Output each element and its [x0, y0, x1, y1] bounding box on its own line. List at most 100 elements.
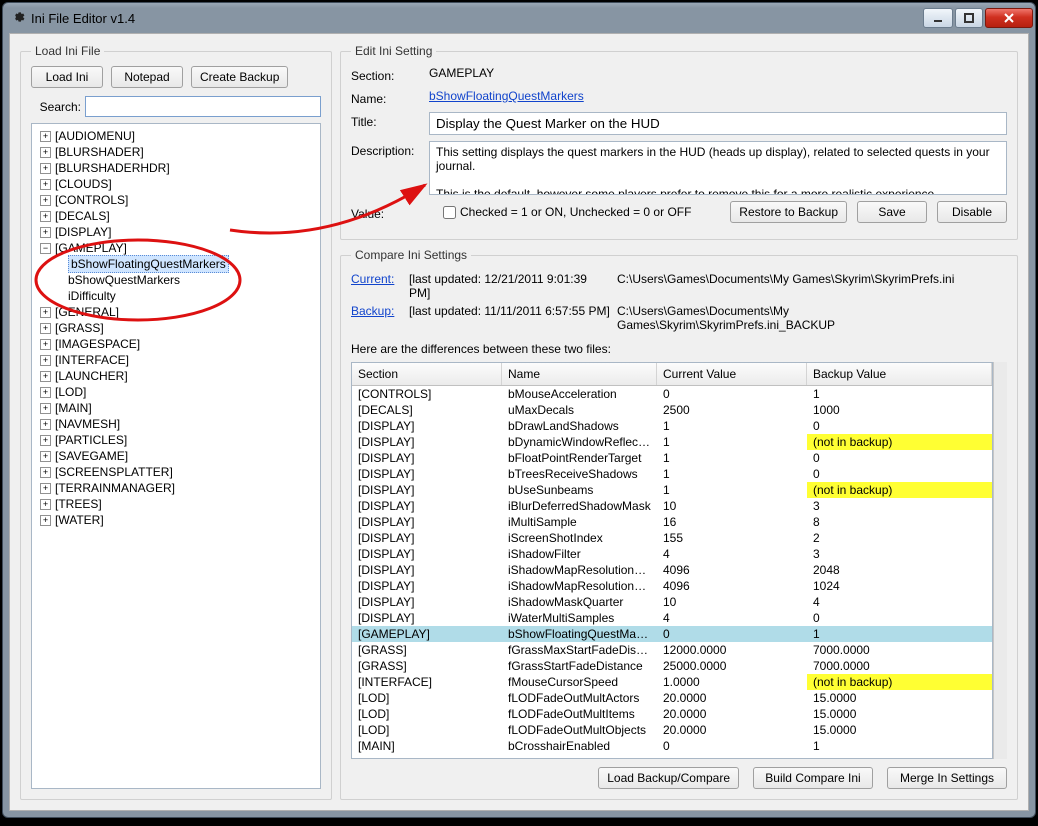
diff-grid[interactable]: Section Name Current Value Backup Value … [351, 362, 993, 759]
notepad-button[interactable]: Notepad [111, 66, 183, 88]
table-row[interactable]: [LOD]fLODFadeOutMultActors20.000015.0000 [352, 690, 992, 706]
table-row[interactable]: [LOD]fLODFadeOutMultObjects20.000015.000… [352, 722, 992, 738]
expand-icon[interactable]: + [40, 131, 51, 142]
expand-icon[interactable]: + [40, 147, 51, 158]
expand-icon[interactable]: + [40, 195, 51, 206]
collapse-icon[interactable]: − [40, 243, 51, 254]
tree-section[interactable]: +[CONTROLS] [34, 192, 318, 208]
tree-section[interactable]: +[CLOUDS] [34, 176, 318, 192]
minimize-button[interactable] [923, 8, 953, 28]
tree-setting[interactable]: iDifficulty [34, 288, 318, 304]
tree-section[interactable]: +[AUDIOMENU] [34, 128, 318, 144]
tree-section[interactable]: +[TERRAINMANAGER] [34, 480, 318, 496]
restore-to-backup-button[interactable]: Restore to Backup [730, 201, 847, 223]
table-row[interactable]: [DISPLAY]bTreesReceiveShadows10 [352, 466, 992, 482]
expand-icon[interactable]: + [40, 419, 51, 430]
table-row[interactable]: [DISPLAY]iWaterMultiSamples40 [352, 610, 992, 626]
table-cell: 0 [807, 466, 992, 482]
table-row[interactable]: [DISPLAY]bUseSunbeams1(not in backup) [352, 482, 992, 498]
tree-section[interactable]: +[LAUNCHER] [34, 368, 318, 384]
titlebar[interactable]: Ini File Editor v1.4 [3, 3, 1035, 33]
table-row[interactable]: [INTERFACE]fMouseCursorSpeed1.0000(not i… [352, 674, 992, 690]
title-input[interactable] [429, 112, 1007, 135]
expand-icon[interactable]: + [40, 323, 51, 334]
expand-icon[interactable]: + [40, 307, 51, 318]
tree-section[interactable]: +[INTERFACE] [34, 352, 318, 368]
col-section[interactable]: Section [352, 363, 502, 385]
expand-icon[interactable]: + [40, 451, 51, 462]
expand-icon[interactable]: + [40, 163, 51, 174]
tree-setting[interactable]: bShowQuestMarkers [34, 272, 318, 288]
table-row[interactable]: [GAMEPLAY]bShowFloatingQuestMarkers01 [352, 626, 992, 642]
expand-icon[interactable]: + [40, 403, 51, 414]
table-row[interactable]: [DISPLAY]bDynamicWindowReflections1(not … [352, 434, 992, 450]
table-row[interactable]: [DISPLAY]iShadowFilter43 [352, 546, 992, 562]
tree-setting[interactable]: bShowFloatingQuestMarkers [34, 256, 318, 272]
expand-icon[interactable]: + [40, 371, 51, 382]
value-checkbox[interactable] [443, 206, 456, 219]
table-row[interactable]: [DISPLAY]iShadowMapResolutionPrim…409620… [352, 562, 992, 578]
table-row[interactable]: [CONTROLS]bMouseAcceleration01 [352, 386, 992, 402]
description-textarea[interactable]: This setting displays the quest markers … [429, 141, 1007, 195]
save-button[interactable]: Save [857, 201, 927, 223]
backup-link[interactable]: Backup: [351, 304, 403, 332]
tree-section[interactable]: +[GENERAL] [34, 304, 318, 320]
tree-section[interactable]: +[SAVEGAME] [34, 448, 318, 464]
expand-icon[interactable]: + [40, 467, 51, 478]
col-name[interactable]: Name [502, 363, 657, 385]
table-row[interactable]: [DISPLAY]iShadowMapResolutionSec…4096102… [352, 578, 992, 594]
expand-icon[interactable]: + [40, 435, 51, 446]
table-cell: 155 [657, 530, 807, 546]
maximize-button[interactable] [955, 8, 983, 28]
table-row[interactable]: [DECALS]uMaxDecals25001000 [352, 402, 992, 418]
tree-section[interactable]: +[GRASS] [34, 320, 318, 336]
close-button[interactable] [985, 8, 1033, 28]
tree-section[interactable]: +[IMAGESPACE] [34, 336, 318, 352]
table-row[interactable]: [DISPLAY]iMultiSample168 [352, 514, 992, 530]
table-row[interactable]: [DISPLAY]bFloatPointRenderTarget10 [352, 450, 992, 466]
expand-icon[interactable]: + [40, 339, 51, 350]
table-row[interactable]: [DISPLAY]bDrawLandShadows10 [352, 418, 992, 434]
tree-section[interactable]: +[WATER] [34, 512, 318, 528]
tree-section[interactable]: +[SCREENSPLATTER] [34, 464, 318, 480]
tree-section[interactable]: +[PARTICLES] [34, 432, 318, 448]
tree-section[interactable]: +[BLURSHADER] [34, 144, 318, 160]
ini-tree[interactable]: +[AUDIOMENU]+[BLURSHADER]+[BLURSHADERHDR… [31, 123, 321, 789]
current-link[interactable]: Current: [351, 272, 403, 300]
table-row[interactable]: [DISPLAY]iScreenShotIndex1552 [352, 530, 992, 546]
table-row[interactable]: [LOD]fLODFadeOutMultItems20.000015.0000 [352, 706, 992, 722]
tree-section[interactable]: +[MAIN] [34, 400, 318, 416]
disable-button[interactable]: Disable [937, 201, 1007, 223]
table-row[interactable]: [GRASS]fGrassMaxStartFadeDistance12000.0… [352, 642, 992, 658]
table-row[interactable]: [DISPLAY]iShadowMaskQuarter104 [352, 594, 992, 610]
grid-scrollbar[interactable] [993, 362, 1007, 759]
expand-icon[interactable]: + [40, 387, 51, 398]
table-row[interactable]: [MAIN]bCrosshairEnabled01 [352, 738, 992, 754]
col-backup[interactable]: Backup Value [807, 363, 992, 385]
expand-icon[interactable]: + [40, 515, 51, 526]
load-ini-button[interactable]: Load Ini [31, 66, 103, 88]
expand-icon[interactable]: + [40, 211, 51, 222]
table-cell: fMouseCursorSpeed [502, 674, 657, 690]
col-current[interactable]: Current Value [657, 363, 807, 385]
search-input[interactable] [85, 96, 321, 117]
tree-section[interactable]: +[LOD] [34, 384, 318, 400]
tree-section[interactable]: +[DECALS] [34, 208, 318, 224]
expand-icon[interactable]: + [40, 227, 51, 238]
name-link[interactable]: bShowFloatingQuestMarkers [429, 89, 584, 103]
create-backup-button[interactable]: Create Backup [191, 66, 288, 88]
tree-section[interactable]: +[BLURSHADERHDR] [34, 160, 318, 176]
table-row[interactable]: [DISPLAY]iBlurDeferredShadowMask103 [352, 498, 992, 514]
build-compare-ini-button[interactable]: Build Compare Ini [753, 767, 873, 789]
expand-icon[interactable]: + [40, 499, 51, 510]
table-row[interactable]: [GRASS]fGrassStartFadeDistance25000.0000… [352, 658, 992, 674]
expand-icon[interactable]: + [40, 179, 51, 190]
expand-icon[interactable]: + [40, 355, 51, 366]
merge-in-settings-button[interactable]: Merge In Settings [887, 767, 1007, 789]
tree-section[interactable]: +[DISPLAY] [34, 224, 318, 240]
tree-section[interactable]: +[NAVMESH] [34, 416, 318, 432]
load-backup-compare-button[interactable]: Load Backup/Compare [598, 767, 739, 789]
tree-section[interactable]: −[GAMEPLAY] [34, 240, 318, 256]
expand-icon[interactable]: + [40, 483, 51, 494]
tree-section[interactable]: +[TREES] [34, 496, 318, 512]
